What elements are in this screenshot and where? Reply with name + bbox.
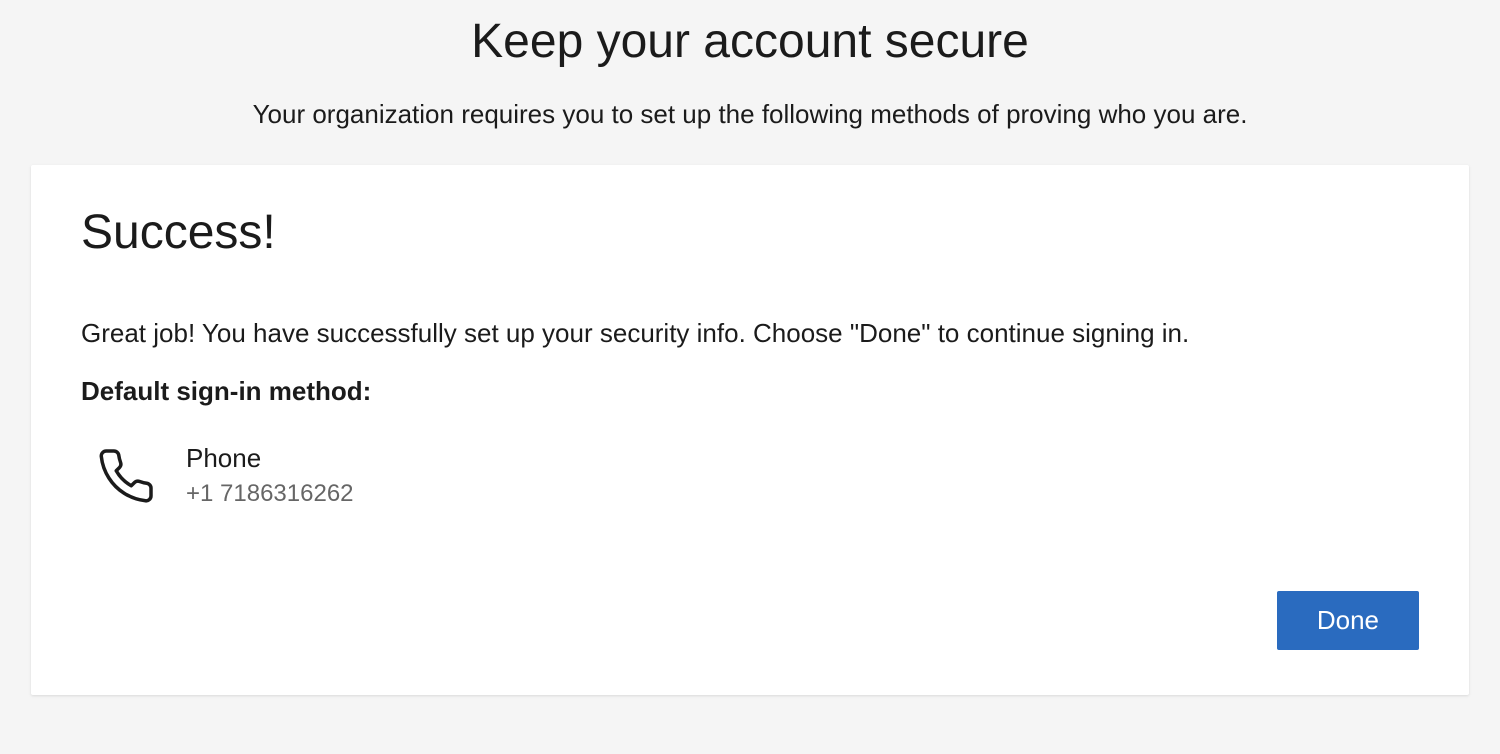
success-title: Success!: [81, 205, 1419, 260]
done-button[interactable]: Done: [1277, 591, 1419, 650]
default-method-label: Default sign-in method:: [81, 376, 1419, 407]
page-title: Keep your account secure: [0, 14, 1500, 69]
success-message: Great job! You have successfully set up …: [81, 315, 1419, 351]
success-card: Success! Great job! You have successfull…: [31, 165, 1469, 695]
method-text: Phone +1 7186316262: [186, 442, 354, 509]
default-method-row: Phone +1 7186316262: [96, 442, 1419, 509]
phone-icon: [96, 446, 156, 506]
page-subtitle: Your organization requires you to set up…: [0, 99, 1500, 130]
method-value: +1 7186316262: [186, 478, 354, 509]
method-name: Phone: [186, 442, 354, 476]
